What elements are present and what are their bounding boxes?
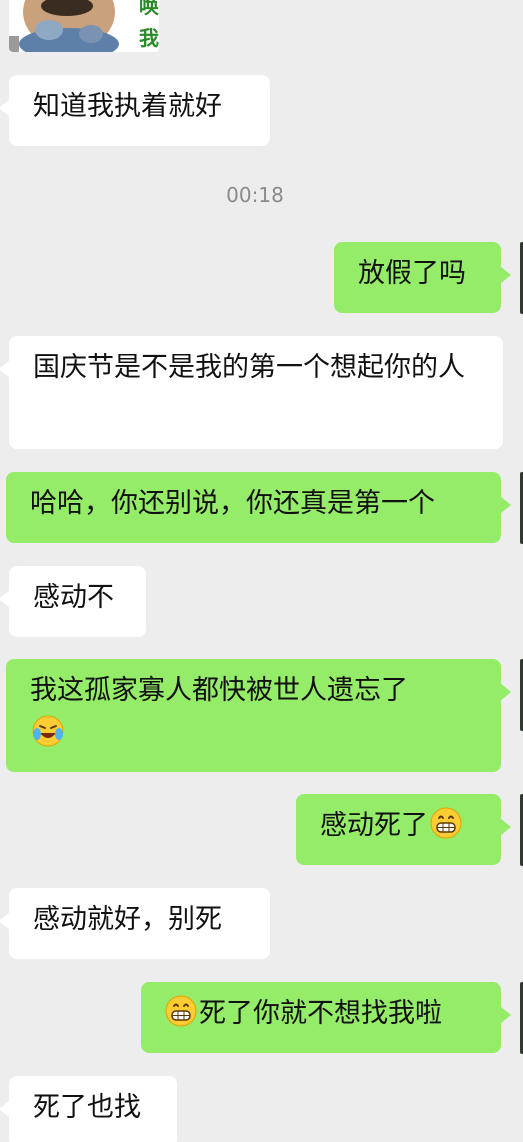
grinning-emoji-icon [430, 807, 462, 839]
received-message[interactable]: 感动就好，别死 [0, 888, 270, 959]
message-text: 感动就好，别死 [33, 904, 222, 935]
message-timestamp: 00:18 [226, 183, 284, 207]
sent-message[interactable]: 感动死了 [296, 794, 511, 865]
sent-message[interactable]: 哈哈，你还别说，你还真是第一个 [6, 472, 511, 543]
grinning-emoji-icon [165, 995, 197, 1027]
sticker-caption-bottom: 我 [139, 26, 159, 50]
received-message[interactable]: 死了也找 [0, 1076, 177, 1142]
message-text: 感动死了 [320, 810, 428, 841]
chat-message-list[interactable]: 唤 我 知道我执着就好 00:18 放假了吗 国庆节是不是我的第一个想起你的人 … [0, 0, 523, 1142]
message-text: 哈哈，你还别说，你还真是第一个 [30, 488, 435, 519]
message-text: 知道我执着就好 [33, 91, 222, 122]
message-text: 感动不 [33, 582, 114, 613]
message-text: 死了也找 [33, 1092, 141, 1123]
received-message[interactable]: 国庆节是不是我的第一个想起你的人 [0, 336, 503, 449]
laughing-tears-emoji-icon [32, 715, 64, 747]
received-message[interactable]: 感动不 [0, 566, 146, 637]
message-text: 放假了吗 [358, 258, 466, 289]
sticker-image[interactable]: 唤 我 [9, 0, 159, 52]
sent-message[interactable]: 死了你就不想找我啦 [141, 982, 511, 1053]
message-text: 死了你就不想找我啦 [199, 998, 442, 1029]
sent-message[interactable]: 放假了吗 [334, 242, 511, 313]
sticker-caption-top: 唤 [139, 0, 159, 18]
sent-message[interactable]: 我这孤家寡人都快被世人遗忘了 [6, 659, 511, 772]
received-message[interactable]: 知道我执着就好 [0, 75, 270, 146]
child-photo-sticker-icon [9, 0, 159, 52]
message-text: 国庆节是不是我的第一个想起你的人 [33, 352, 465, 383]
message-text: 我这孤家寡人都快被世人遗忘了 [30, 675, 408, 706]
